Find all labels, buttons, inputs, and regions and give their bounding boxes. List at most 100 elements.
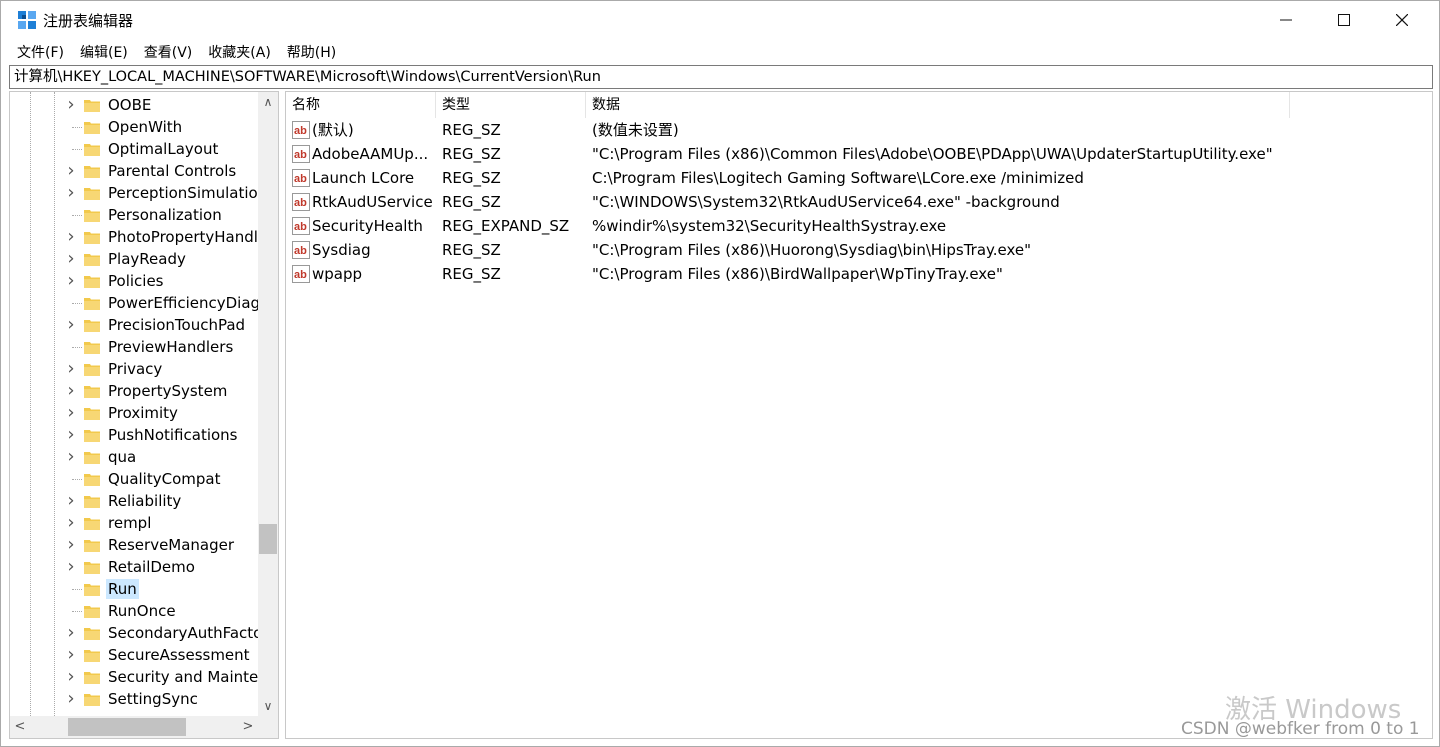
tree-item[interactable]: RunOnce xyxy=(10,600,260,622)
scroll-down-icon[interactable]: ∨ xyxy=(258,696,278,716)
folder-icon xyxy=(84,100,100,112)
tree-item[interactable]: PowerEfficiencyDiagr xyxy=(10,292,266,314)
tree-item[interactable]: Personalization xyxy=(10,204,260,226)
scroll-thumb[interactable] xyxy=(259,524,277,554)
column-header-type[interactable]: 类型 xyxy=(436,92,586,118)
menu-view[interactable]: 查看(V) xyxy=(136,42,201,62)
tree-item[interactable]: Run xyxy=(10,578,260,600)
folder-icon xyxy=(84,320,100,332)
tree-item-label: RetailDemo xyxy=(108,558,195,576)
tree-item[interactable]: OpenWith xyxy=(10,116,260,138)
menu-file[interactable]: 文件(F) xyxy=(9,42,72,62)
expand-chevron-icon[interactable]: › xyxy=(64,272,78,290)
expand-chevron-icon[interactable]: › xyxy=(64,690,78,708)
tree-item-label: SecondaryAuthFacto xyxy=(108,624,263,642)
scroll-right-icon[interactable]: > xyxy=(238,716,258,738)
tree-item[interactable]: › OOBE xyxy=(10,94,260,116)
expand-chevron-icon[interactable]: › xyxy=(64,646,78,664)
expand-chevron-icon[interactable]: › xyxy=(64,360,78,378)
folder-icon xyxy=(84,166,100,178)
value-name: RtkAudUService xyxy=(312,193,433,211)
tree-item[interactable]: › Proximity xyxy=(10,402,260,424)
tree-item[interactable]: › SecondaryAuthFacto xyxy=(10,622,262,644)
scroll-thumb[interactable] xyxy=(68,718,186,736)
folder-icon xyxy=(84,210,100,222)
expand-chevron-icon[interactable]: › xyxy=(64,250,78,268)
folder-icon xyxy=(84,386,100,398)
tree-item[interactable]: › PrecisionTouchPad xyxy=(10,314,260,336)
expand-chevron-icon[interactable]: › xyxy=(64,492,78,510)
tree-horizontal-scrollbar[interactable]: < > xyxy=(10,716,258,738)
tree-item[interactable]: › RetailDemo xyxy=(10,556,260,578)
value-row[interactable]: ab Launch LCore REG_SZ C:\Program Files\Log… xyxy=(286,166,1432,190)
tree-item[interactable]: › PlayReady xyxy=(10,248,260,270)
tree-item[interactable]: › SettingSync xyxy=(10,688,260,710)
column-header-data[interactable]: 数据 xyxy=(586,92,1290,118)
minimize-button[interactable] xyxy=(1257,1,1315,39)
value-list-pane: 名称 类型 数据 ab (默认) REG_SZ (数值未设置) ab AdobeAAMUp… xyxy=(285,91,1433,739)
string-value-icon: ab xyxy=(292,169,310,187)
tree-item[interactable]: › PushNotifications xyxy=(10,424,260,446)
tree-item[interactable]: OptimalLayout xyxy=(10,138,260,160)
expand-chevron-icon[interactable]: › xyxy=(64,668,78,686)
expand-chevron-icon[interactable]: › xyxy=(64,514,78,532)
address-bar[interactable]: 计算机\HKEY_LOCAL_MACHINE\SOFTWARE\Microsof… xyxy=(9,65,1433,89)
tree-connector xyxy=(72,303,82,304)
expand-chevron-icon[interactable]: › xyxy=(64,316,78,334)
expand-chevron-icon[interactable]: › xyxy=(64,382,78,400)
value-row[interactable]: ab wpapp REG_SZ "C:\Program Files (x86)\Bir… xyxy=(286,262,1432,286)
column-header-name[interactable]: 名称 xyxy=(286,92,436,118)
expand-chevron-icon[interactable]: › xyxy=(64,448,78,466)
scroll-up-icon[interactable]: ∧ xyxy=(258,92,278,112)
tree-connector xyxy=(72,347,82,348)
menu-edit[interactable]: 编辑(E) xyxy=(72,42,136,62)
tree-vertical-scrollbar[interactable]: ∧ ∨ xyxy=(258,92,278,716)
value-row[interactable]: ab SecurityHealth REG_EXPAND_SZ %windir%\sy… xyxy=(286,214,1432,238)
folder-icon xyxy=(84,518,100,530)
tree-item[interactable]: › Policies xyxy=(10,270,260,292)
tree-item[interactable]: › PerceptionSimulation xyxy=(10,182,267,204)
expand-chevron-icon[interactable]: › xyxy=(64,228,78,246)
value-data: "C:\WINDOWS\System32\RtkAudUService64.ex… xyxy=(592,193,1060,211)
value-type: REG_SZ xyxy=(442,121,501,139)
tree-connector xyxy=(72,149,82,150)
menu-favorites[interactable]: 收藏夹(A) xyxy=(200,42,279,62)
tree-item[interactable]: › ReserveManager xyxy=(10,534,260,556)
tree-item[interactable]: › Privacy xyxy=(10,358,260,380)
string-value-icon: ab xyxy=(292,217,310,235)
svg-text:ab: ab xyxy=(294,221,307,233)
value-type: REG_SZ xyxy=(442,241,501,259)
tree-item[interactable]: › rempl xyxy=(10,512,260,534)
value-row[interactable]: ab AdobeAAMUp... REG_SZ "C:\Program Files (… xyxy=(286,142,1432,166)
tree-item-label: SecureAssessment xyxy=(108,646,250,664)
expand-chevron-icon[interactable]: › xyxy=(64,96,78,114)
tree-item[interactable]: › SecureAssessment xyxy=(10,644,260,666)
expand-chevron-icon[interactable]: › xyxy=(64,184,78,202)
tree-item-label: rempl xyxy=(108,514,152,532)
close-button[interactable] xyxy=(1373,1,1431,39)
value-row[interactable]: ab RtkAudUService REG_SZ "C:\WINDOWS\System… xyxy=(286,190,1432,214)
expand-chevron-icon[interactable]: › xyxy=(64,404,78,422)
tree-item-label: PlayReady xyxy=(108,250,186,268)
value-data: (数值未设置) xyxy=(592,121,679,139)
expand-chevron-icon[interactable]: › xyxy=(64,162,78,180)
value-row[interactable]: ab Sysdiag REG_SZ "C:\Program Files (x86)\H… xyxy=(286,238,1432,262)
value-name: Launch LCore xyxy=(312,169,415,187)
tree-item[interactable]: PreviewHandlers xyxy=(10,336,260,358)
value-data: "C:\Program Files (x86)\Huorong\Sysdiag\… xyxy=(592,241,1032,259)
tree-item[interactable]: › Security and Mainter xyxy=(10,666,264,688)
tree-item[interactable]: › PropertySystem xyxy=(10,380,260,402)
tree-item[interactable]: › Reliability xyxy=(10,490,260,512)
value-row[interactable]: ab (默认) REG_SZ (数值未设置) xyxy=(286,118,1432,142)
expand-chevron-icon[interactable]: › xyxy=(64,426,78,444)
menu-help[interactable]: 帮助(H) xyxy=(279,42,344,62)
expand-chevron-icon[interactable]: › xyxy=(64,624,78,642)
tree-item[interactable]: › Parental Controls xyxy=(10,160,260,182)
expand-chevron-icon[interactable]: › xyxy=(64,536,78,554)
scroll-left-icon[interactable]: < xyxy=(10,716,30,738)
maximize-button[interactable] xyxy=(1315,1,1373,39)
tree-item[interactable]: › PhotoPropertyHandl xyxy=(10,226,260,248)
expand-chevron-icon[interactable]: › xyxy=(64,558,78,576)
tree-item[interactable]: › qua xyxy=(10,446,260,468)
tree-item[interactable]: QualityCompat xyxy=(10,468,260,490)
